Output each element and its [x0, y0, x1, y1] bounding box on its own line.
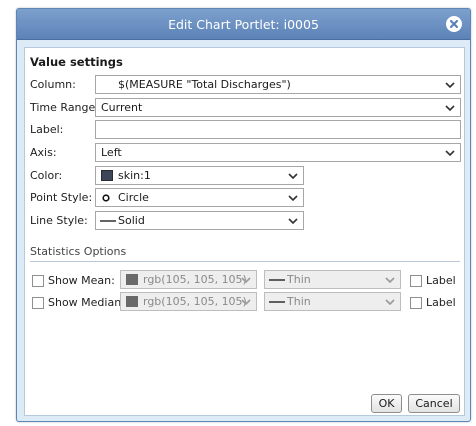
point-style-value: Circle	[118, 191, 149, 204]
mean-color-select[interactable]: rgb(105, 105, 105)	[120, 270, 257, 289]
line-style-value: Solid	[118, 214, 145, 227]
point-style-select[interactable]: Circle	[95, 188, 304, 207]
thin-line-icon	[269, 279, 285, 281]
chevron-down-icon	[288, 218, 298, 225]
axis-label: Axis:	[30, 146, 57, 159]
median-color-swatch	[126, 296, 138, 307]
time-range-label: Time Range:	[30, 101, 99, 114]
dialog-titlebar[interactable]: Edit Chart Portlet: i0005	[17, 9, 470, 40]
time-range-select[interactable]: Current	[95, 98, 461, 117]
mean-line-select[interactable]: Thin	[264, 270, 401, 289]
label-field-label: Label:	[30, 123, 64, 136]
statistics-options-heading: Statistics Options	[30, 245, 127, 258]
chevron-down-icon	[288, 173, 298, 180]
mean-label-text: Label	[426, 274, 456, 287]
chevron-down-icon	[445, 150, 455, 157]
cancel-button[interactable]: Cancel	[408, 394, 460, 413]
show-median-label: Show Median:	[48, 296, 125, 309]
color-label: Color:	[30, 169, 63, 182]
time-range-value: Current	[101, 101, 143, 114]
color-value: skin:1	[118, 169, 151, 182]
ok-button[interactable]: OK	[371, 394, 402, 413]
line-style-select[interactable]: Solid	[95, 211, 304, 230]
median-line-select[interactable]: Thin	[264, 292, 401, 311]
mean-line-value: Thin	[287, 273, 311, 286]
thin-line-icon	[269, 301, 285, 303]
chevron-down-icon	[288, 195, 298, 202]
close-icon[interactable]	[446, 16, 462, 32]
chevron-down-icon	[241, 299, 251, 306]
chevron-down-icon	[385, 299, 395, 306]
color-swatch	[101, 170, 113, 181]
column-value: $(MEASURE "Total Discharges")	[118, 78, 291, 91]
line-style-label: Line Style:	[30, 214, 88, 227]
show-mean-checkbox[interactable]	[32, 275, 44, 287]
section-divider	[30, 261, 460, 262]
settings-panel: Value settings Column: $(MEASURE "Total …	[24, 47, 465, 416]
median-line-value: Thin	[287, 295, 311, 308]
chevron-down-icon	[445, 82, 455, 89]
show-median-checkbox[interactable]	[32, 297, 44, 309]
solid-line-icon	[100, 220, 116, 222]
mean-color-value: rgb(105, 105, 105)	[143, 273, 247, 286]
axis-select[interactable]: Left	[95, 143, 461, 162]
median-color-select[interactable]: rgb(105, 105, 105)	[120, 292, 257, 311]
chevron-down-icon	[445, 105, 455, 112]
median-label-text: Label	[426, 296, 456, 309]
chevron-down-icon	[385, 277, 395, 284]
chevron-down-icon	[241, 277, 251, 284]
label-input[interactable]	[95, 120, 461, 139]
color-select[interactable]: skin:1	[95, 166, 304, 185]
point-style-label: Point Style:	[30, 191, 93, 204]
median-color-value: rgb(105, 105, 105)	[143, 295, 247, 308]
median-label-checkbox[interactable]	[410, 297, 422, 309]
circle-point-icon	[102, 194, 110, 202]
axis-value: Left	[101, 146, 122, 159]
column-select[interactable]: $(MEASURE "Total Discharges")	[95, 75, 461, 94]
edit-chart-portlet-dialog: Edit Chart Portlet: i0005 Value settings…	[16, 8, 471, 422]
column-label: Column:	[30, 78, 76, 91]
mean-label-checkbox[interactable]	[410, 275, 422, 287]
show-mean-label: Show Mean:	[48, 274, 115, 287]
value-settings-heading: Value settings	[30, 55, 123, 69]
mean-color-swatch	[126, 274, 138, 285]
dialog-title: Edit Chart Portlet: i0005	[168, 17, 319, 32]
